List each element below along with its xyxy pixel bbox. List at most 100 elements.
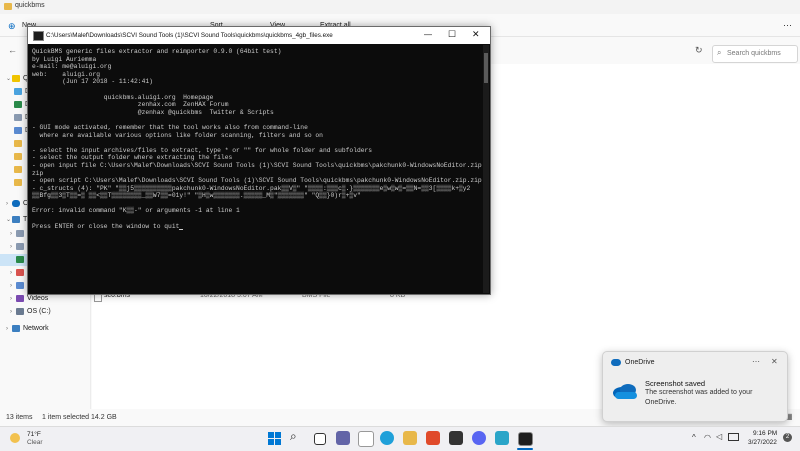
start-button[interactable] — [268, 432, 281, 445]
pictures-icon — [14, 127, 22, 134]
console-line: ▒▒Bfg▒▒3▒T▒▒=▒ ▒▒<▒▒T▒▒▒▒▒▒▒▒_▒▒W7▒▒=01y… — [32, 192, 484, 200]
console-scrollbar[interactable] — [483, 45, 489, 293]
notification-title: Screenshot saved — [645, 379, 705, 388]
console-window: C:\Users\Malef\Downloads\SCVI Sound Tool… — [27, 26, 491, 295]
weather-widget[interactable]: 71°F Clear — [8, 430, 58, 448]
wifi-icon[interactable]: ◠ — [704, 433, 711, 442]
network-icon — [12, 325, 20, 332]
star-icon — [12, 75, 20, 82]
console-line: e-mail: me@aluigi.org — [32, 63, 484, 71]
console-line: quickbms.aluigi.org Homepage — [32, 94, 484, 102]
edge-icon[interactable] — [380, 431, 394, 445]
scrollbar-thumb[interactable] — [484, 53, 488, 83]
onedrive-small-icon — [611, 359, 621, 366]
back-arrow-icon[interactable]: ← — [8, 45, 17, 55]
search-box[interactable]: ⌕ Search quickbms — [712, 45, 798, 63]
explorer-title: quickbms — [15, 2, 45, 9]
folder-icon — [14, 166, 22, 173]
onedrive-notification[interactable]: OneDrive ⋯ ✕ Screenshot saved The screen… — [602, 351, 788, 422]
search-placeholder: Search quickbms — [727, 50, 781, 57]
drive-icon — [16, 308, 24, 315]
clock-date[interactable]: 3/27/2022 — [748, 439, 777, 446]
moon-icon — [10, 433, 20, 443]
console-line: - open script C:\Users\Malef\Downloads\S… — [32, 177, 484, 185]
notification-app-name: OneDrive — [625, 359, 655, 366]
drive-icon — [16, 230, 24, 237]
minimize-button[interactable]: — — [424, 30, 432, 39]
notification-count-badge[interactable]: 2 — [783, 433, 792, 442]
notification-body-line1: The screenshot was added to your — [645, 389, 752, 396]
search-icon: ⌕ — [717, 48, 721, 58]
console-icon — [33, 31, 44, 41]
nav-item-folder3[interactable] — [14, 164, 25, 176]
item-count: 13 items — [6, 414, 32, 421]
console-line: zenhax.com ZenHAX Forum — [32, 101, 484, 109]
folder-icon — [4, 3, 12, 10]
pictures-icon — [16, 282, 24, 289]
nav-network[interactable]: › Network — [6, 323, 49, 335]
battery-icon[interactable] — [728, 433, 739, 441]
file-explorer-icon[interactable] — [403, 431, 417, 445]
folder-icon — [14, 140, 22, 147]
refresh-icon[interactable]: ↻ — [695, 45, 703, 56]
music-icon — [16, 269, 24, 276]
console-output[interactable]: QuickBMS generic files extractor and rei… — [32, 48, 484, 291]
close-button[interactable]: ✕ — [472, 29, 480, 40]
console-titlebar[interactable]: C:\Users\Malef\Downloads\SCVI Sound Tool… — [28, 27, 490, 44]
selection-info: 1 item selected 14.2 GB — [42, 414, 117, 421]
maximize-button[interactable]: ☐ — [448, 29, 456, 40]
console-line: zip — [32, 170, 484, 178]
console-line: by Luigi Auriemma — [32, 56, 484, 64]
more-options-icon[interactable]: ⋯ — [783, 20, 792, 31]
clock-time[interactable]: 9:16 PM — [753, 430, 777, 437]
nav-item-folder2[interactable] — [14, 151, 25, 163]
console-line — [32, 116, 484, 124]
console-line: (Jun 17 2018 - 11:42:41) — [32, 78, 484, 86]
computer-icon — [12, 216, 20, 223]
chevron-up-icon[interactable]: ^ — [692, 433, 696, 442]
text-cursor — [179, 229, 183, 230]
folder-icon — [14, 179, 22, 186]
cloud-icon — [12, 200, 20, 207]
download-icon — [16, 256, 24, 263]
onedrive-cloud-icon — [611, 382, 639, 400]
document-icon — [14, 114, 22, 121]
nav-onedrive[interactable]: › O — [6, 198, 28, 210]
search-taskbar-icon[interactable]: ⌕ — [290, 429, 297, 444]
console-line: web: aluigi.org — [32, 71, 484, 79]
nav-quick-access[interactable]: ⌄ Q — [6, 73, 28, 85]
discord-icon[interactable] — [472, 431, 486, 445]
weather-temp: 71°F — [27, 431, 41, 438]
weather-desc: Clear — [27, 439, 43, 446]
office-icon[interactable] — [426, 431, 440, 445]
task-view-icon[interactable] — [314, 433, 326, 445]
console-title: C:\Users\Malef\Downloads\SCVI Sound Tool… — [46, 32, 333, 39]
console-taskbar-icon[interactable] — [518, 432, 533, 446]
console-line: Error: invalid command "K▒▒-" or argumen… — [32, 207, 484, 215]
store-icon[interactable] — [495, 431, 509, 445]
nav-item-folder1[interactable] — [14, 138, 25, 150]
console-line: QuickBMS generic files extractor and rei… — [32, 48, 484, 56]
console-line: - select the input archives/files to ext… — [32, 147, 484, 155]
console-line: - open input file C:\Users\Malef\Downloa… — [32, 162, 484, 170]
game-controller-icon[interactable] — [449, 431, 463, 445]
document-icon — [16, 243, 24, 250]
taskbar: 71°F Clear ⌕ ^ ◠ ◁ 9:16 PM 3/27/2022 2 — [0, 426, 800, 451]
console-line: - select the output folder where extract… — [32, 154, 484, 162]
console-line: where are available various options like… — [32, 132, 484, 140]
video-icon — [16, 295, 24, 302]
nav-item-os-drive[interactable]: › OS (C:) — [10, 306, 51, 318]
widgets-icon[interactable] — [358, 431, 374, 447]
teams-chat-icon[interactable] — [336, 431, 350, 445]
notification-body-line2: OneDrive. — [645, 399, 677, 406]
console-prompt: Press ENTER or close the window to quit — [32, 223, 179, 230]
notification-close-icon[interactable]: ✕ — [771, 357, 778, 366]
notification-more-icon[interactable]: ⋯ — [752, 357, 760, 366]
console-prompt-line: Press ENTER or close the window to quit — [32, 223, 484, 231]
console-line — [32, 215, 484, 223]
console-line — [32, 139, 484, 147]
desktop-icon — [14, 88, 22, 95]
volume-icon[interactable]: ◁ — [716, 432, 722, 441]
nav-item-folder4[interactable] — [14, 177, 25, 189]
new-icon: ⊕ — [8, 21, 16, 32]
